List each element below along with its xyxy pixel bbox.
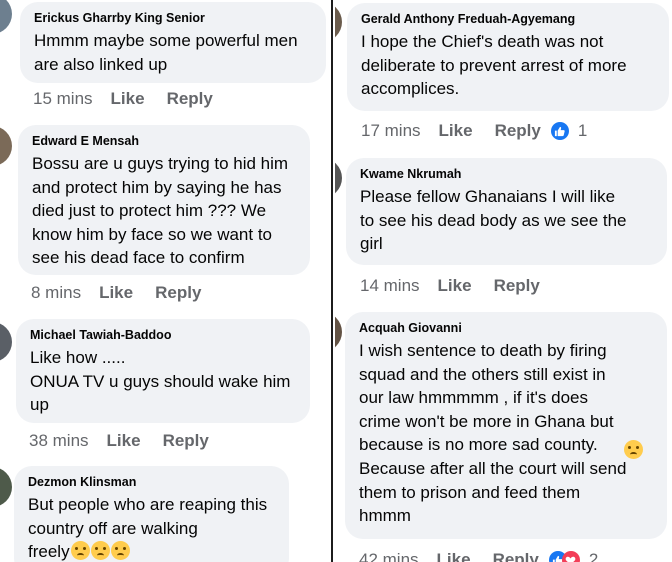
comment-actions: 17 mins Like Reply 1 <box>361 121 587 141</box>
reply-button[interactable]: Reply <box>155 283 201 303</box>
comment-actions: 8 mins Like Reply <box>31 283 223 303</box>
comment-actions: 42 mins Like Reply 2 <box>359 550 598 562</box>
like-button[interactable]: Like <box>437 550 471 562</box>
comment-author[interactable]: Michael Tawiah-Baddoo <box>30 327 298 343</box>
reaction-count[interactable]: 2 <box>589 550 598 562</box>
comment-timestamp[interactable]: 42 mins <box>359 550 419 562</box>
comment-timestamp[interactable]: 8 mins <box>31 283 81 303</box>
reply-button[interactable]: Reply <box>493 550 539 562</box>
comment-actions: 38 mins Like Reply <box>29 431 231 451</box>
comment-bubble: Acquah Giovanni I wish sentence to death… <box>345 312 667 539</box>
comment-author[interactable]: Gerald Anthony Freduah-Agyemang <box>361 11 657 27</box>
left-comment-column: Erickus Gharrby King Senior Hmmm maybe s… <box>0 0 329 562</box>
avatar[interactable] <box>0 467 12 507</box>
avatar[interactable] <box>335 2 342 42</box>
comment-actions: 15 mins Like Reply <box>33 89 235 109</box>
like-button[interactable]: Like <box>439 121 473 141</box>
avatar[interactable] <box>335 158 342 198</box>
reply-button[interactable]: Reply <box>167 89 213 109</box>
like-button[interactable]: Like <box>438 276 472 296</box>
comment-bubble: Edward E Mensah Bossu are u guys trying … <box>18 125 310 275</box>
comment-author[interactable]: Dezmon Klinsman <box>28 474 277 490</box>
reply-button[interactable]: Reply <box>495 121 541 141</box>
comment-bubble: Michael Tawiah-Baddoo Like how ..... ONU… <box>16 319 310 423</box>
comment-text: Bossu are u guys trying to hid him and p… <box>32 154 289 268</box>
avatar[interactable] <box>335 312 342 352</box>
rolling-eyes-emoji-icon <box>70 541 90 561</box>
comment-author[interactable]: Acquah Giovanni <box>359 320 655 336</box>
like-button[interactable]: Like <box>99 283 133 303</box>
comment-timestamp[interactable]: 15 mins <box>33 89 93 109</box>
pleading-face-emoji-icon <box>624 440 643 459</box>
reply-button[interactable]: Reply <box>163 431 209 451</box>
avatar[interactable] <box>0 322 12 362</box>
comment-author[interactable]: Kwame Nkrumah <box>360 166 655 182</box>
comment-text: I hope the Chief's death was not deliber… <box>361 32 627 99</box>
comment-bubble: Gerald Anthony Freduah-Agyemang I hope t… <box>347 3 669 111</box>
right-comment-column: Gerald Anthony Freduah-Agyemang I hope t… <box>335 0 672 562</box>
like-button[interactable]: Like <box>107 431 141 451</box>
comment-text: I wish sentence to death by firing squad… <box>359 341 627 526</box>
comment-author[interactable]: Edward E Mensah <box>32 133 298 149</box>
comment-timestamp[interactable]: 17 mins <box>361 121 421 141</box>
column-divider <box>331 0 333 562</box>
rolling-eyes-emoji-icon <box>90 541 110 561</box>
comment-text: Hmmm maybe some powerful men are also li… <box>34 31 298 74</box>
avatar[interactable] <box>0 126 12 166</box>
avatar[interactable] <box>0 0 12 34</box>
comment-bubble: Erickus Gharrby King Senior Hmmm maybe s… <box>20 2 326 83</box>
comment-actions: 14 mins Like Reply <box>360 276 562 296</box>
reaction-count[interactable]: 1 <box>578 121 587 141</box>
reply-button[interactable]: Reply <box>494 276 540 296</box>
comment-bubble: Kwame Nkrumah Please fellow Ghanaians I … <box>346 158 667 265</box>
comment-author[interactable]: Erickus Gharrby King Senior <box>34 10 314 26</box>
comment-timestamp[interactable]: 14 mins <box>360 276 420 296</box>
like-button[interactable]: Like <box>111 89 145 109</box>
thumbs-up-icon[interactable] <box>550 122 569 140</box>
comment-bubble: Dezmon Klinsman But people who are reapi… <box>14 466 289 562</box>
comment-timestamp[interactable]: 38 mins <box>29 431 89 451</box>
rolling-eyes-emoji-icon <box>110 541 130 561</box>
comment-text: Please fellow Ghanaians I will like to s… <box>360 187 627 254</box>
heart-icon[interactable] <box>561 551 580 562</box>
comment-text: But people who are reaping this country … <box>28 495 268 562</box>
comment-text: Like how ..... ONUA TV u guys should wak… <box>30 348 291 415</box>
